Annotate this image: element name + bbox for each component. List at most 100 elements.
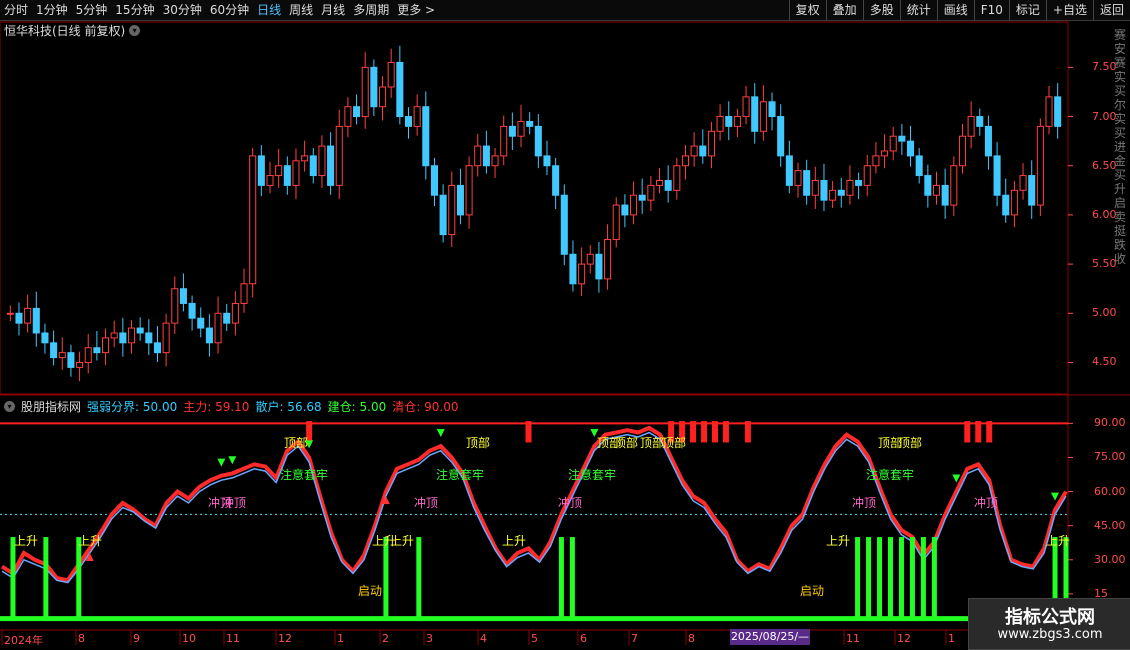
indicator-legend: ▾ 股朋指标网 强弱分界: 50.00 主力: 59.10 散户: 56.68 建仓:… [4, 398, 464, 414]
indicator-param-1: 主力: 59.10 [183, 399, 250, 414]
date-label: 1 [337, 632, 344, 645]
indicator-param-0: 强弱分界: 50.00 [87, 399, 178, 414]
build-bar [866, 537, 872, 617]
candle-body [932, 184, 941, 196]
build-bar [855, 537, 861, 617]
candle-body [50, 342, 58, 359]
date-label: 6 [580, 632, 587, 645]
candle-body [344, 106, 352, 127]
candle-body [837, 189, 845, 196]
candle-body [93, 347, 101, 354]
build-bar [920, 537, 926, 617]
date-label: 11 [846, 632, 860, 645]
candle-body [586, 253, 594, 265]
candle-body [681, 155, 690, 167]
top-bar [711, 421, 718, 443]
candle-body [993, 155, 1001, 196]
signal-top: 顶部 [662, 436, 687, 450]
candle-body [924, 175, 932, 196]
signal-top: 顶部 [898, 436, 923, 450]
candle-body [249, 155, 257, 285]
build-bar [43, 537, 49, 617]
indicator-params: 强弱分界: 50.00 主力: 59.10 散户: 56.68 建仓: 5.00 清仓:… [87, 398, 464, 415]
candle-body [794, 170, 802, 186]
candle-body [863, 165, 871, 186]
candle-body [673, 165, 681, 191]
indicator-tick-label: 75.00 [1094, 450, 1126, 464]
candle-body [500, 125, 508, 157]
candle-body [301, 155, 309, 162]
candle-body [318, 145, 326, 177]
signal-chong: 冲顶 [222, 496, 247, 510]
candle-body [110, 332, 118, 339]
signal-chong: 冲顶 [852, 496, 877, 510]
date-label: 5 [531, 632, 538, 645]
candle-body [327, 145, 335, 186]
signal-up: 上升 [502, 534, 527, 548]
indicator-param-4: 清仓: 90.00 [392, 399, 459, 414]
indicator-tick-label: 30.00 [1094, 552, 1126, 566]
candle-body [439, 194, 447, 236]
candle-body [889, 135, 897, 152]
candle-body [725, 116, 733, 127]
candle-body [768, 101, 776, 118]
candle-body [283, 165, 291, 186]
candle-body [370, 66, 378, 108]
down-arrow-icon [436, 429, 445, 438]
date-label: 8 [688, 632, 695, 645]
candle-body [474, 145, 482, 167]
signal-care: 注意套牢 [866, 468, 915, 482]
candle-body [508, 125, 516, 137]
build-bar [887, 537, 893, 617]
candle-body [612, 204, 620, 241]
build-bar [931, 537, 937, 617]
candle-body [41, 332, 49, 344]
top-bar [964, 421, 971, 443]
candle-body [881, 150, 889, 157]
candle-body [664, 179, 672, 191]
candle-body [517, 120, 525, 137]
top-bar [525, 421, 532, 443]
candle-body [197, 317, 205, 329]
candle-body [231, 302, 239, 324]
candle-body [422, 106, 430, 167]
candle-body [214, 312, 222, 344]
build-bar [558, 537, 564, 617]
candle-body [266, 175, 274, 186]
date-label: 12 [897, 632, 911, 645]
build-bar [877, 537, 883, 617]
candle-body [84, 347, 92, 363]
candle-body [353, 106, 361, 118]
price-chart[interactable] [0, 0, 1130, 650]
candle-body [257, 155, 265, 186]
candle-body [759, 101, 767, 132]
candle-body [275, 165, 283, 177]
signal-up: 上升 [14, 534, 39, 548]
down-arrow-icon [217, 458, 226, 467]
candle-body [171, 288, 179, 324]
candle-body [309, 155, 317, 177]
candle-body [829, 189, 837, 201]
date-label: 1 [948, 632, 955, 645]
candle-body [32, 307, 40, 334]
candle-body [534, 125, 542, 157]
candle-body [690, 145, 698, 157]
down-arrow-icon [228, 456, 237, 465]
candle-body [716, 116, 724, 132]
candle-body [621, 204, 629, 216]
down-arrow-icon [1051, 492, 1060, 501]
collapse-icon[interactable]: ▾ [4, 400, 15, 412]
candle-body [552, 165, 560, 196]
candle-body [777, 116, 785, 157]
candle-body [465, 165, 473, 216]
price-tick-label: 6.50 [1092, 158, 1117, 172]
candle-body [1054, 96, 1062, 127]
candle-body [378, 86, 387, 108]
date-badge: 2025/08/25/— [730, 629, 810, 645]
signal-up: 上升 [1046, 534, 1071, 548]
top-bar [975, 421, 982, 443]
candle-body [751, 96, 759, 132]
candle-body [1045, 96, 1053, 127]
candle-body [976, 116, 984, 127]
candle-body [119, 332, 127, 344]
